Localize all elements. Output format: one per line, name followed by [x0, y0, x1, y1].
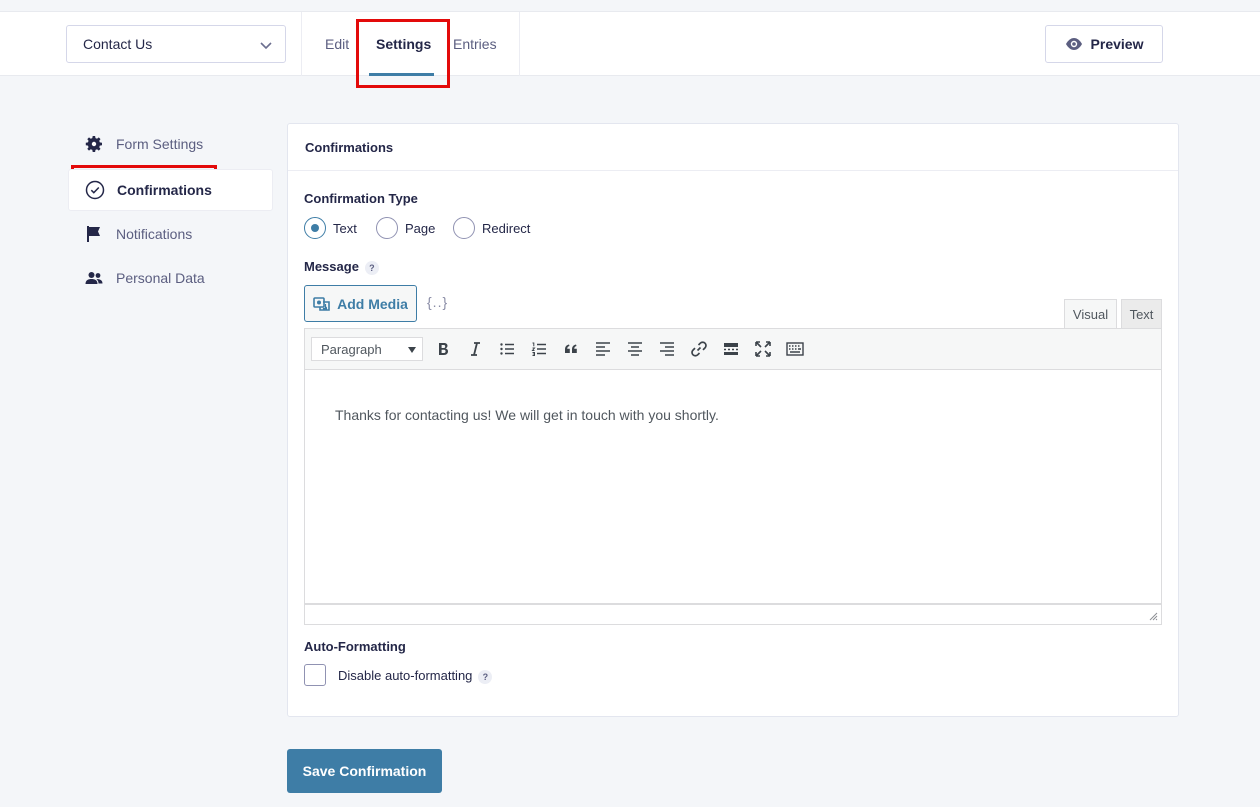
add-media-button[interactable]: Add Media [304, 285, 417, 322]
bullet-list-button[interactable] [491, 335, 523, 363]
media-icon [313, 296, 330, 311]
flag-icon [84, 224, 104, 244]
italic-icon [471, 342, 480, 356]
align-left-icon [596, 342, 610, 356]
align-right-button[interactable] [651, 335, 683, 363]
divider [519, 12, 520, 76]
gear-icon [84, 134, 104, 154]
radio-circle [453, 217, 475, 239]
help-icon[interactable]: ? [478, 669, 493, 684]
confirmation-type-label: Confirmation Type [304, 191, 418, 206]
message-content: Thanks for contacting us! We will get in… [335, 407, 719, 423]
align-right-icon [660, 342, 674, 356]
blockquote-icon [565, 344, 577, 353]
numbered-list-icon [531, 342, 546, 356]
format-select-value: Paragraph [321, 341, 382, 357]
radio-redirect[interactable]: Redirect [453, 217, 530, 239]
link-icon [691, 341, 707, 357]
radio-text[interactable]: Text [304, 217, 357, 239]
add-media-label: Add Media [337, 295, 408, 312]
align-left-button[interactable] [587, 335, 619, 363]
editor-status-bar [304, 604, 1162, 625]
radio-label: Redirect [482, 220, 531, 236]
message-label: Message? [304, 259, 379, 275]
bold-button[interactable] [427, 335, 459, 363]
disable-auto-formatting-checkbox[interactable] [304, 664, 326, 686]
eye-icon [1065, 38, 1082, 50]
tab-visual[interactable]: Visual [1064, 299, 1117, 328]
top-bar: Contact Us Edit Settings Entries Preview [0, 11, 1260, 76]
sidebar-item-notifications[interactable]: Notifications [68, 213, 273, 255]
active-tab-indicator [369, 73, 434, 76]
message-editor[interactable]: Thanks for contacting us! We will get in… [304, 370, 1162, 604]
bullet-list-icon [500, 343, 514, 355]
align-center-button[interactable] [619, 335, 651, 363]
checkbox-label-text: Disable auto-formatting [338, 668, 473, 683]
read-more-icon [724, 343, 738, 355]
help-icon[interactable]: ? [364, 260, 379, 275]
preview-label: Preview [1090, 36, 1144, 52]
radio-label: Text [333, 220, 357, 236]
sidebar-item-label: Confirmations [117, 182, 212, 198]
editor-toolbar: Paragraph [304, 328, 1162, 370]
form-selector-dropdown[interactable]: Contact Us [66, 25, 286, 63]
blockquote-button[interactable] [555, 335, 587, 363]
divider [301, 12, 302, 76]
preview-button[interactable]: Preview [1045, 25, 1163, 63]
sidebar-item-personal-data[interactable]: Personal Data [68, 257, 273, 299]
tab-entries[interactable]: Entries [453, 12, 497, 76]
radio-circle-selected [304, 217, 326, 239]
radio-label: Page [405, 220, 436, 236]
fullscreen-button[interactable] [747, 335, 779, 363]
read-more-button[interactable] [715, 335, 747, 363]
radio-circle [376, 217, 398, 239]
message-label-text: Message [304, 259, 359, 274]
insert-link-button[interactable] [683, 335, 715, 363]
fullscreen-icon [755, 341, 771, 357]
resize-handle-icon[interactable] [1149, 612, 1158, 621]
check-circle-icon [85, 180, 105, 200]
format-select[interactable]: Paragraph [311, 337, 423, 361]
bold-icon [439, 343, 448, 355]
panel-title: Confirmations [288, 124, 1178, 171]
merge-tag-icon[interactable]: {..} [427, 294, 448, 310]
tab-text[interactable]: Text [1121, 299, 1162, 328]
sidebar-item-confirmations[interactable]: Confirmations [68, 169, 273, 211]
italic-button[interactable] [459, 335, 491, 363]
people-icon [84, 268, 104, 288]
auto-formatting-label: Auto-Formatting [304, 639, 406, 654]
confirmation-panel: Confirmations Confirmation Type Text Pag… [287, 123, 1179, 717]
disable-auto-formatting-label: Disable auto-formatting? [338, 668, 493, 684]
align-center-icon [628, 342, 642, 356]
tab-settings[interactable]: Settings [376, 12, 431, 76]
chevron-down-icon [260, 42, 272, 50]
numbered-list-button[interactable] [523, 335, 555, 363]
sidebar-item-label: Notifications [116, 226, 193, 242]
tab-edit[interactable]: Edit [325, 12, 349, 76]
toolbar-toggle-button[interactable] [779, 335, 811, 363]
keyboard-icon [786, 342, 804, 356]
save-confirmation-button[interactable]: Save Confirmation [287, 749, 442, 793]
sidebar-item-label: Form Settings [116, 136, 204, 152]
caret-down-icon [408, 347, 416, 353]
radio-page[interactable]: Page [376, 217, 435, 239]
sidebar-item-label: Personal Data [116, 270, 205, 286]
sidebar-item-form-settings[interactable]: Form Settings [68, 123, 273, 165]
form-selector-value: Contact Us [83, 36, 153, 52]
